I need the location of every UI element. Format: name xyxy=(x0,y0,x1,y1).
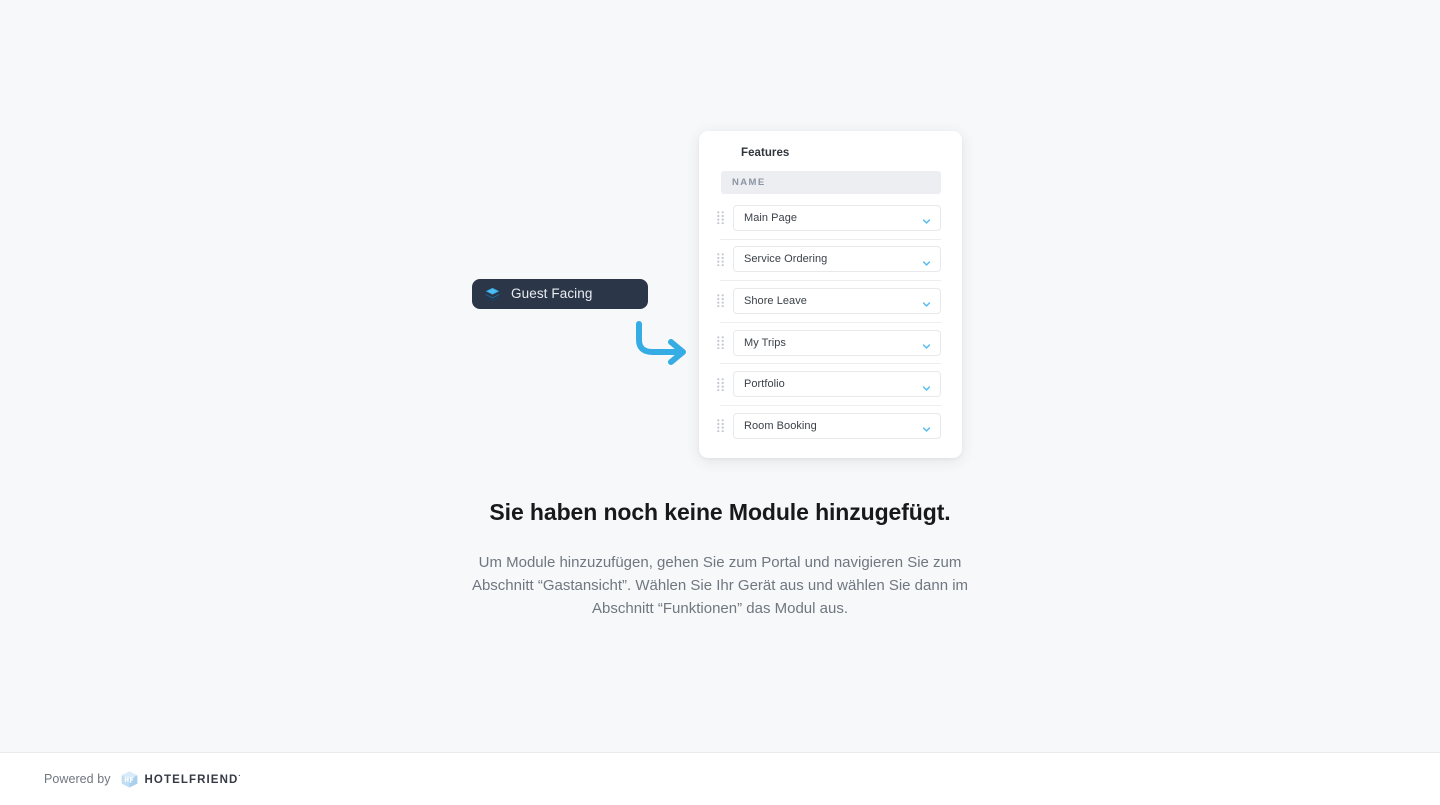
hotelfriend-logo[interactable]: HOTELFRIEND· xyxy=(120,770,242,789)
table-row[interactable]: My Trips xyxy=(699,321,962,364)
drag-handle-icon[interactable] xyxy=(717,253,724,267)
chevron-down-icon[interactable] xyxy=(922,421,931,432)
powered-by-label: Powered by xyxy=(44,772,111,786)
chevron-down-icon[interactable] xyxy=(922,296,931,308)
chevron-down-icon[interactable] xyxy=(922,338,931,349)
drag-handle-icon[interactable] xyxy=(717,377,724,391)
guest-facing-badge[interactable]: Guest Facing xyxy=(472,279,648,309)
feature-select[interactable]: Portfolio xyxy=(733,371,941,398)
hotelfriend-wordmark-text: HOTELFRIEND xyxy=(144,773,239,786)
feature-select-label: Main Page xyxy=(744,211,798,224)
empty-state-description: Um Module hinzuzufügen, gehen Sie zum Po… xyxy=(471,553,969,617)
features-row-list: Main Page Service Ordering Shore Leave M… xyxy=(699,197,962,447)
features-panel-title: Features xyxy=(741,147,790,159)
main-stage: Guest Facing Features NAME Main Page Ser… xyxy=(0,0,1440,752)
drag-handle-icon[interactable] xyxy=(717,419,724,433)
drag-handle-icon[interactable] xyxy=(717,336,724,350)
feature-select-label: Portfolio xyxy=(744,378,785,391)
layers-icon xyxy=(484,286,501,303)
table-row[interactable]: Shore Leave xyxy=(699,280,962,322)
feature-select-label: My Trips xyxy=(744,336,786,349)
footer-branding: Powered by HOTELFRIEND· xyxy=(44,770,242,789)
column-header-name: NAME xyxy=(721,171,941,194)
feature-select[interactable]: Room Booking xyxy=(733,412,941,439)
drag-handle-icon[interactable] xyxy=(717,294,724,308)
table-row[interactable]: Room Booking xyxy=(699,404,962,447)
chevron-down-icon[interactable] xyxy=(922,380,931,391)
table-row[interactable]: Portfolio xyxy=(699,363,962,405)
guest-facing-label: Guest Facing xyxy=(511,286,593,302)
page-title: Sie haben noch keine Module hinzugefügt. xyxy=(489,499,951,525)
feature-select[interactable]: Shore Leave xyxy=(733,287,941,314)
curved-arrow-right-icon xyxy=(633,318,695,370)
footer: Powered by HOTELFRIEND· xyxy=(0,752,1440,805)
drag-handle-icon[interactable] xyxy=(717,211,724,225)
table-row[interactable]: Service Ordering xyxy=(699,238,962,281)
column-header-name-label: NAME xyxy=(732,177,766,188)
trademark-mark: · xyxy=(238,772,242,780)
feature-select-label: Shore Leave xyxy=(744,294,807,307)
feature-select-label: Service Ordering xyxy=(744,253,828,266)
feature-select[interactable]: My Trips xyxy=(733,329,941,356)
hotelfriend-cube-icon xyxy=(120,770,139,789)
feature-select[interactable]: Service Ordering xyxy=(733,246,941,273)
hotelfriend-wordmark: HOTELFRIEND· xyxy=(145,773,242,786)
table-row[interactable]: Main Page xyxy=(699,197,962,239)
chevron-down-icon[interactable] xyxy=(922,213,931,224)
feature-select[interactable]: Main Page xyxy=(733,204,941,231)
empty-state: Sie haben noch keine Module hinzugefügt.… xyxy=(0,498,1440,620)
feature-select-label: Room Booking xyxy=(744,419,817,432)
chevron-down-icon[interactable] xyxy=(922,255,931,266)
